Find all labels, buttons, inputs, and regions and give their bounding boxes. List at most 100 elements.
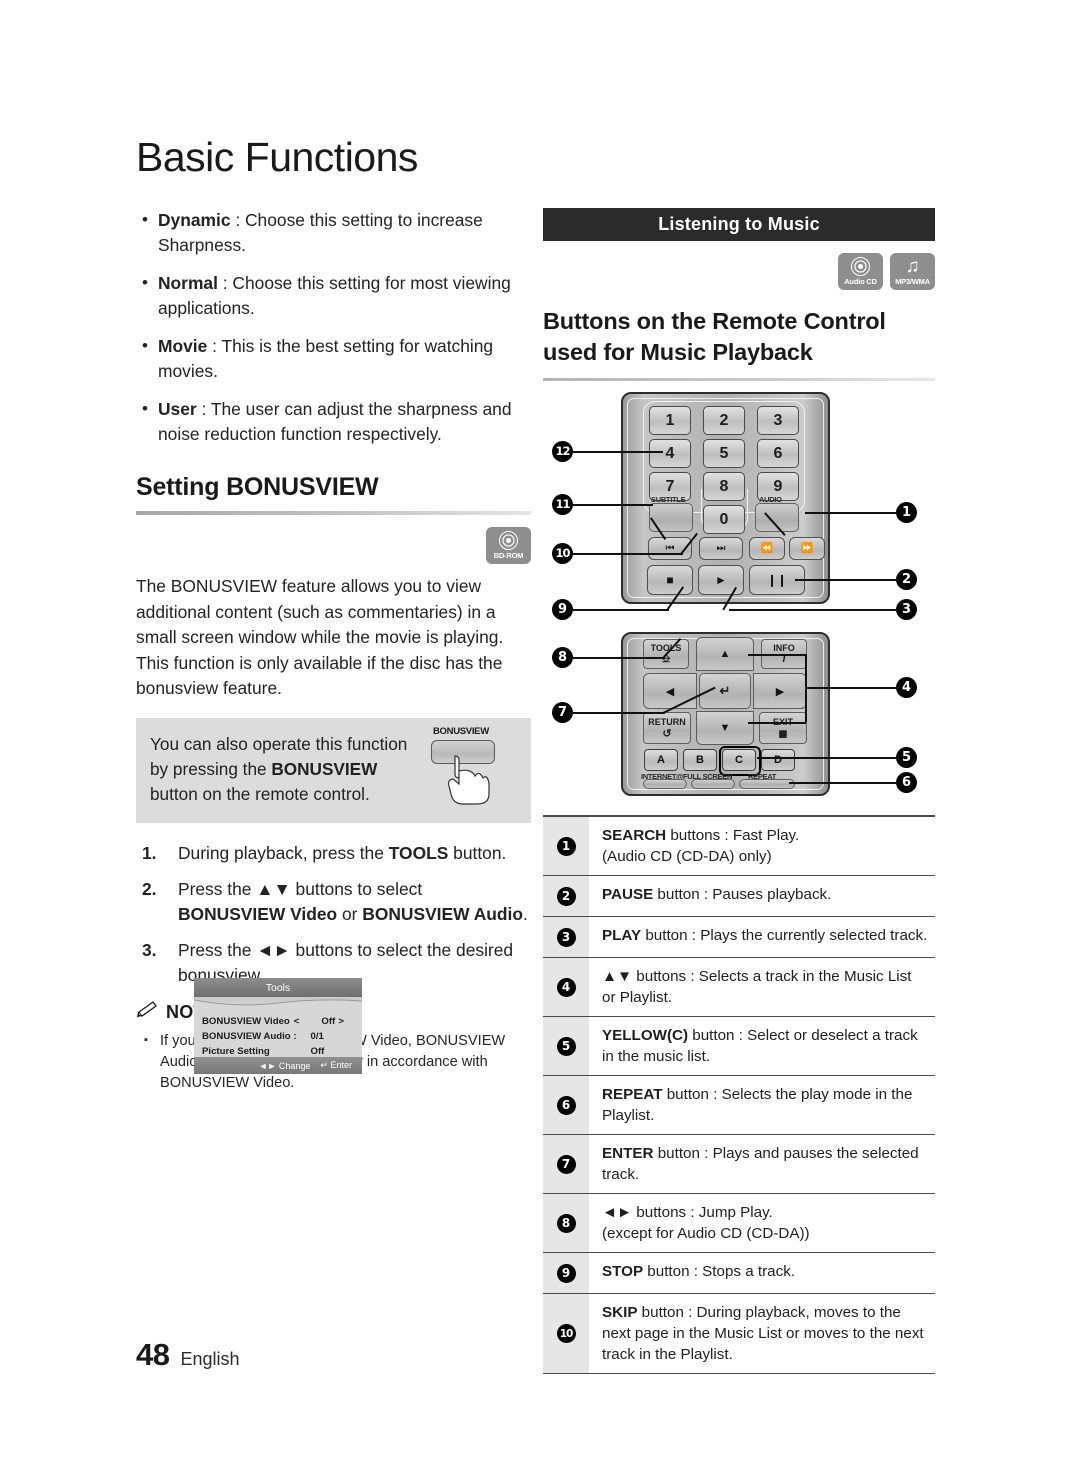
remote-key-fast-forward[interactable]: ⏩ [789, 537, 825, 560]
osd-left-arrow-icon[interactable]: < [294, 1014, 300, 1029]
remote-key-6[interactable]: 6 [757, 439, 799, 468]
step-text: Press the ▲▼ buttons to select [178, 878, 423, 899]
step-number: 1. [142, 842, 157, 863]
legend-number-cell: 9 [543, 1253, 589, 1293]
leader-line-8 [573, 657, 665, 659]
callout-10: 10 [552, 543, 573, 564]
step-bold: BONUSVIEW Video [178, 903, 338, 924]
legend-desc: button : Pauses playback. [653, 886, 832, 903]
left-column: Dynamic : Choose this setting to increas… [136, 207, 531, 1094]
legend-bold: SKIP [602, 1304, 638, 1321]
table-row: 10 SKIP button : During playback, moves … [543, 1294, 935, 1374]
remote-key-0[interactable]: 0 [703, 505, 745, 534]
legend-number-cell: 6 [543, 1076, 589, 1134]
step-number: 3. [142, 939, 157, 960]
callout-4: 4 [896, 677, 917, 698]
remote-key-1[interactable]: 1 [649, 406, 691, 435]
table-row: 6 REPEAT button : Selects the play mode … [543, 1076, 935, 1135]
bonusview-description: The BONUSVIEW feature allows you to view… [136, 576, 504, 698]
callout-3: 3 [896, 599, 917, 620]
callout-badge: 7 [556, 1154, 576, 1174]
remote-key-green-b[interactable]: B [683, 749, 717, 771]
callout-badge: 4 [556, 977, 576, 997]
osd-rows: BONUSVIEW Video < Off > BONUSVIEW Audio … [194, 1011, 362, 1059]
leader-line-4c [748, 654, 806, 656]
osd-row-value: Off [321, 1016, 336, 1027]
remote-key-8[interactable]: 8 [703, 472, 745, 501]
callout-5: 5 [896, 747, 917, 768]
remote-key-3[interactable]: 3 [757, 406, 799, 435]
osd-row-bonusview-audio[interactable]: BONUSVIEW Audio : 0/1 Off [202, 1029, 354, 1057]
osd-enter-label: Enter [330, 1060, 352, 1070]
remote-key-rewind[interactable]: ⏪ [749, 537, 785, 560]
list-item: 2. Press the ▲▼ buttons to select BONUSVI… [136, 877, 531, 927]
remote-key-2[interactable]: 2 [703, 406, 745, 435]
bullet-term: Dynamic [158, 210, 231, 230]
legend-text-cell: ◄► buttons : Jump Play. (except for Audio… [589, 1194, 935, 1252]
table-row: 9 STOP button : Stops a track. [543, 1253, 935, 1294]
legend-desc: button : During playback, moves to the n… [602, 1304, 924, 1363]
subsection-heading: Buttons on the Remote Control used for M… [543, 308, 886, 365]
legend-bold: ◄► [602, 1204, 633, 1221]
callout-badge: 10 [556, 1324, 576, 1343]
osd-change-hint: ◄► Change [259, 1061, 311, 1071]
legend-desc: buttons : Jump Play. (except for Audio CD… [602, 1204, 810, 1242]
remote-key-stop[interactable]: ■ [647, 565, 693, 595]
remote-key-right[interactable]: ▶ [753, 673, 807, 709]
remote-key-4[interactable]: 4 [649, 439, 691, 468]
callout-7: 7 [552, 702, 573, 723]
remote-key-left[interactable]: ◀ [643, 673, 697, 709]
badge-caption: Audio CD [844, 277, 877, 286]
remote-key-yellow-c[interactable]: C [722, 749, 756, 771]
right-column: Listening to Music Audio CD ♫ MP3/WMA Bu… [543, 208, 935, 796]
remote-key-down[interactable]: ▼ [696, 711, 754, 745]
callout-2: 2 [896, 569, 917, 590]
osd-right-arrow-icon[interactable]: > [338, 1014, 344, 1029]
remote-key-fullscreen[interactable] [691, 779, 735, 789]
tip-text: You can also operate this function by pr… [150, 732, 411, 807]
remote-key-5[interactable]: 5 [703, 439, 745, 468]
legend-text-cell: PAUSE button : Pauses playback. [589, 876, 935, 916]
remote-control-diagram: 1 2 3 4 5 6 7 8 9 0 SUBTITLE AUDIO ⏮ ⏭ ⏪… [543, 389, 935, 796]
subheading-divider [543, 378, 935, 381]
remote-key-next[interactable]: ⏭ [699, 537, 743, 560]
page-title: Basic Functions [136, 134, 418, 180]
badge-caption: BD-ROM [493, 551, 524, 560]
bullet-term: Movie [158, 336, 208, 356]
bonusview-steps: 1. During playback, press the TOOLS butto… [136, 841, 531, 988]
table-row: 2 PAUSE button : Pauses playback. [543, 876, 935, 917]
legend-text-cell: ▲▼ buttons : Selects a track in the Musi… [589, 958, 935, 1016]
table-row: 7 ENTER button : Plays and pauses the se… [543, 1135, 935, 1194]
legend-text-cell: STOP button : Stops a track. [589, 1253, 935, 1293]
remote-key-play[interactable]: ► [698, 565, 744, 595]
remote-key-exit[interactable]: EXIT ◼ [759, 712, 807, 744]
note-glyph: ♫ [905, 256, 920, 277]
osd-row-bonusview-video[interactable]: BONUSVIEW Video < Off > [202, 1014, 354, 1029]
remote-key-blue-d[interactable]: D [761, 749, 795, 771]
hand-pointer-icon [447, 754, 490, 805]
remote-key-return[interactable]: RETURN ↺ [643, 712, 691, 744]
step-number: 2. [142, 878, 157, 899]
remote-key-up[interactable]: ▲ [696, 637, 754, 671]
bullet-term: User [158, 399, 197, 419]
legend-bold: ENTER [602, 1145, 654, 1162]
list-item: Normal : Choose this setting for most vi… [136, 270, 531, 321]
remote-key-red-a[interactable]: A [644, 749, 678, 771]
remote-key-subtitle[interactable] [649, 503, 693, 532]
bd-rom-disc-icon: BD-ROM [486, 527, 531, 564]
callout-badge: 1 [556, 836, 576, 856]
callout-badge: 3 [556, 927, 576, 947]
callout-11: 11 [552, 494, 573, 515]
bonusview-button-illustration: BONUSVIEW [419, 726, 523, 812]
disc-glyph [499, 531, 518, 550]
osd-enter-icon: ↵ [320, 1060, 328, 1070]
table-row: 4 ▲▼ buttons : Selects a track in the Mu… [543, 958, 935, 1017]
osd-row-label: BONUSVIEW Audio : [202, 1031, 297, 1042]
legend-bold: REPEAT [602, 1086, 663, 1103]
remote-key-repeat[interactable] [739, 779, 795, 789]
legend-number-cell: 8 [543, 1194, 589, 1252]
legend-text-cell: PLAY button : Plays the currently select… [589, 917, 935, 957]
step-text-mid: or [337, 903, 363, 924]
remote-key-internet[interactable] [643, 779, 687, 789]
tools-label: TOOLS [650, 642, 682, 653]
